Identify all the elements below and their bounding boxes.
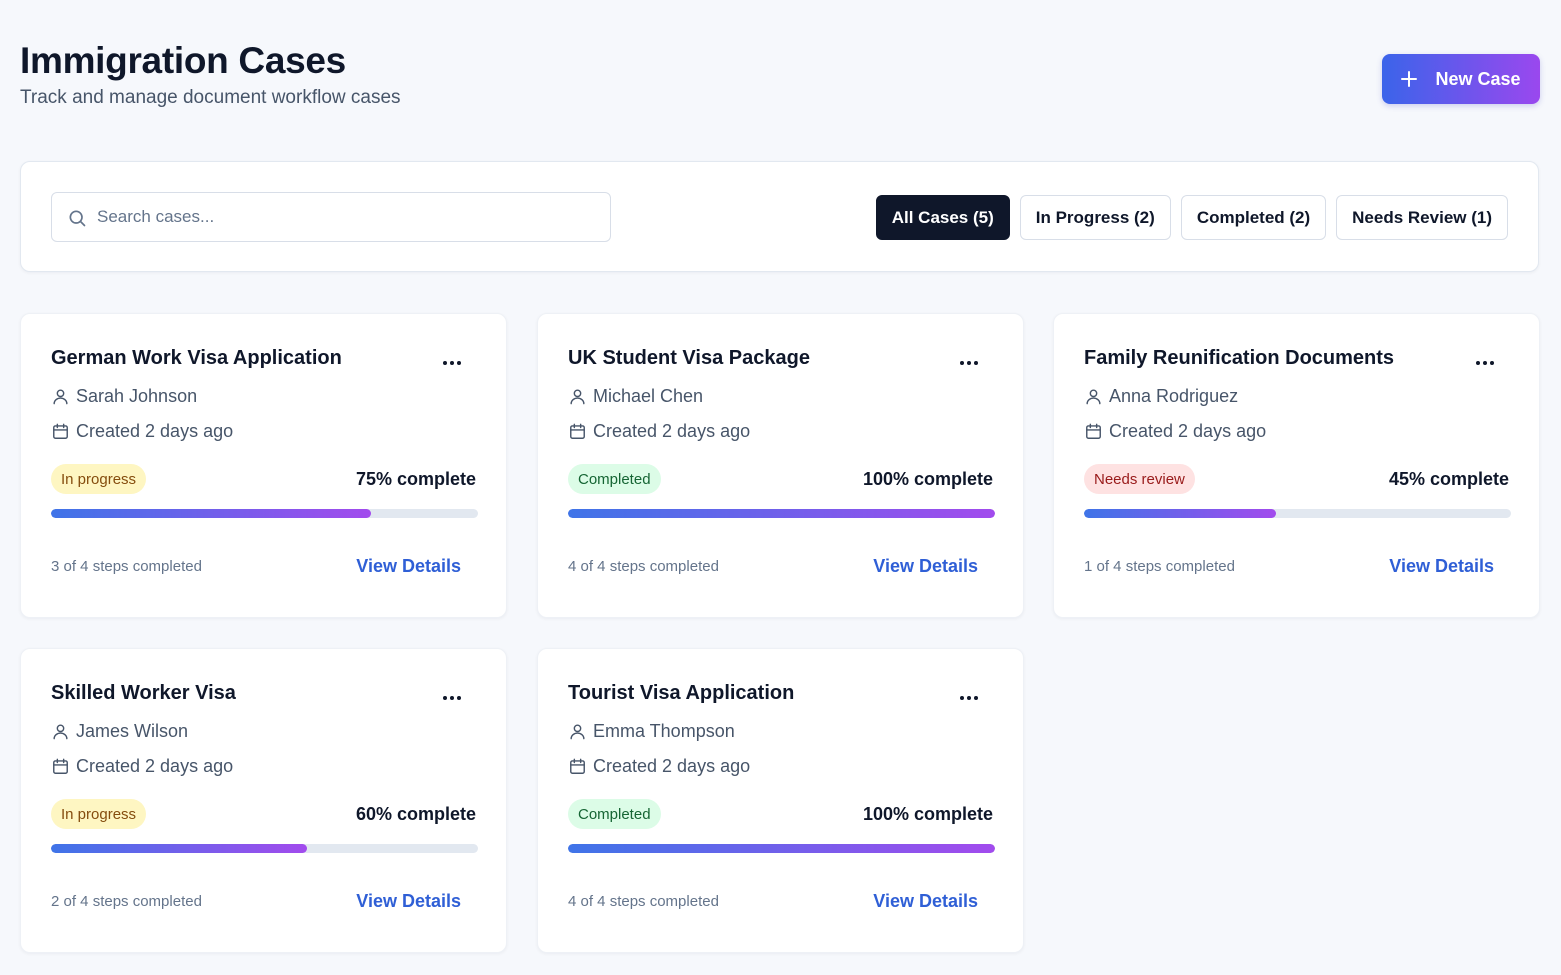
search-input[interactable] [97,207,587,227]
case-client: Emma Thompson [568,721,735,742]
steps-completed: 4 of 4 steps completed [568,558,719,575]
created-text: Created 2 days ago [1109,421,1267,441]
case-card: Family Reunification Documents Anna Rodr… [1053,313,1540,618]
percent-complete: 100% complete [862,804,993,824]
progress-fill [51,844,308,853]
case-client: Sarah Johnson [51,386,197,407]
created-text: Created 2 days ago [76,421,234,441]
filter-tab-in-progress[interactable]: In Progress (2) [1019,195,1171,240]
case-title: UK Student Visa Package [568,347,810,369]
client-name: James Wilson [76,721,189,741]
filter-tab-all[interactable]: All Cases (5) [875,195,1010,240]
more-options-icon[interactable] [959,691,979,705]
person-icon [568,387,587,406]
steps-completed: 1 of 4 steps completed [1084,558,1235,575]
calendar-icon [1084,422,1103,441]
more-options-icon[interactable] [442,691,462,705]
more-options-icon[interactable] [959,356,979,370]
filter-tab-completed[interactable]: Completed (2) [1180,195,1327,240]
client-name: Sarah Johnson [76,386,198,406]
case-title: Family Reunification Documents [1084,347,1395,369]
progress-bar [568,844,995,853]
view-details-link[interactable]: View Details [356,556,461,577]
calendar-icon [568,757,587,776]
client-name: Michael Chen [593,386,704,406]
status-badge: Completed [568,464,661,494]
person-icon [51,722,70,741]
percent-complete: 75% complete [355,469,476,489]
case-created: Created 2 days ago [51,421,233,442]
filter-panel: All Cases (5) In Progress (2) Completed … [20,161,1539,272]
case-client: James Wilson [51,721,188,742]
page-header: Immigration Cases Track and manage docum… [20,38,401,110]
progress-bar [51,844,478,853]
status-badge: Needs review [1084,464,1195,494]
plus-icon [1401,71,1418,87]
progress-fill [568,844,995,853]
progress-fill [51,509,372,518]
created-text: Created 2 days ago [76,756,234,776]
case-created: Created 2 days ago [568,421,750,442]
case-title: Skilled Worker Visa [51,682,236,704]
person-icon [568,722,587,741]
view-details-link[interactable]: View Details [873,891,978,912]
more-options-icon[interactable] [442,356,462,370]
new-case-label: New Case [1435,68,1521,89]
view-details-link[interactable]: View Details [356,891,461,912]
status-badge: In progress [51,464,147,494]
filter-tabs: All Cases (5) In Progress (2) Completed … [875,195,1508,240]
case-title: Tourist Visa Application [568,682,795,704]
created-text: Created 2 days ago [593,421,751,441]
case-card: Skilled Worker Visa James Wilson Created… [20,648,507,953]
status-badge: Completed [568,799,661,829]
new-case-button[interactable]: New Case [1382,54,1540,104]
case-card: UK Student Visa Package Michael Chen Cre… [537,313,1024,618]
created-text: Created 2 days ago [593,756,751,776]
case-client: Michael Chen [568,386,703,407]
person-icon [1084,387,1103,406]
steps-completed: 2 of 4 steps completed [51,893,202,910]
page-title: Immigration Cases [20,40,346,81]
status-badge: In progress [51,799,147,829]
progress-bar [51,509,478,518]
search-icon [69,210,86,227]
case-client: Anna Rodriguez [1084,386,1238,407]
page-subtitle: Track and manage document workflow cases [20,87,401,108]
view-details-link[interactable]: View Details [873,556,978,577]
filter-tab-needs-review[interactable]: Needs Review (1) [1336,195,1508,240]
progress-fill [1084,509,1277,518]
calendar-icon [51,422,70,441]
search-box [51,192,611,242]
case-card: German Work Visa Application Sarah Johns… [20,313,507,618]
case-created: Created 2 days ago [51,756,233,777]
case-created: Created 2 days ago [1084,421,1266,442]
case-card: Tourist Visa Application Emma Thompson C… [537,648,1024,953]
percent-complete: 60% complete [355,804,476,824]
case-created: Created 2 days ago [568,756,750,777]
person-icon [51,387,70,406]
steps-completed: 3 of 4 steps completed [51,558,202,575]
case-title: German Work Visa Application [51,347,342,369]
progress-bar [568,509,995,518]
client-name: Anna Rodriguez [1109,386,1239,406]
client-name: Emma Thompson [593,721,735,741]
more-options-icon[interactable] [1475,356,1495,370]
progress-bar [1084,509,1511,518]
calendar-icon [568,422,587,441]
steps-completed: 4 of 4 steps completed [568,893,719,910]
progress-fill [568,509,995,518]
percent-complete: 100% complete [862,469,993,489]
view-details-link[interactable]: View Details [1389,556,1494,577]
calendar-icon [51,757,70,776]
percent-complete: 45% complete [1388,469,1509,489]
